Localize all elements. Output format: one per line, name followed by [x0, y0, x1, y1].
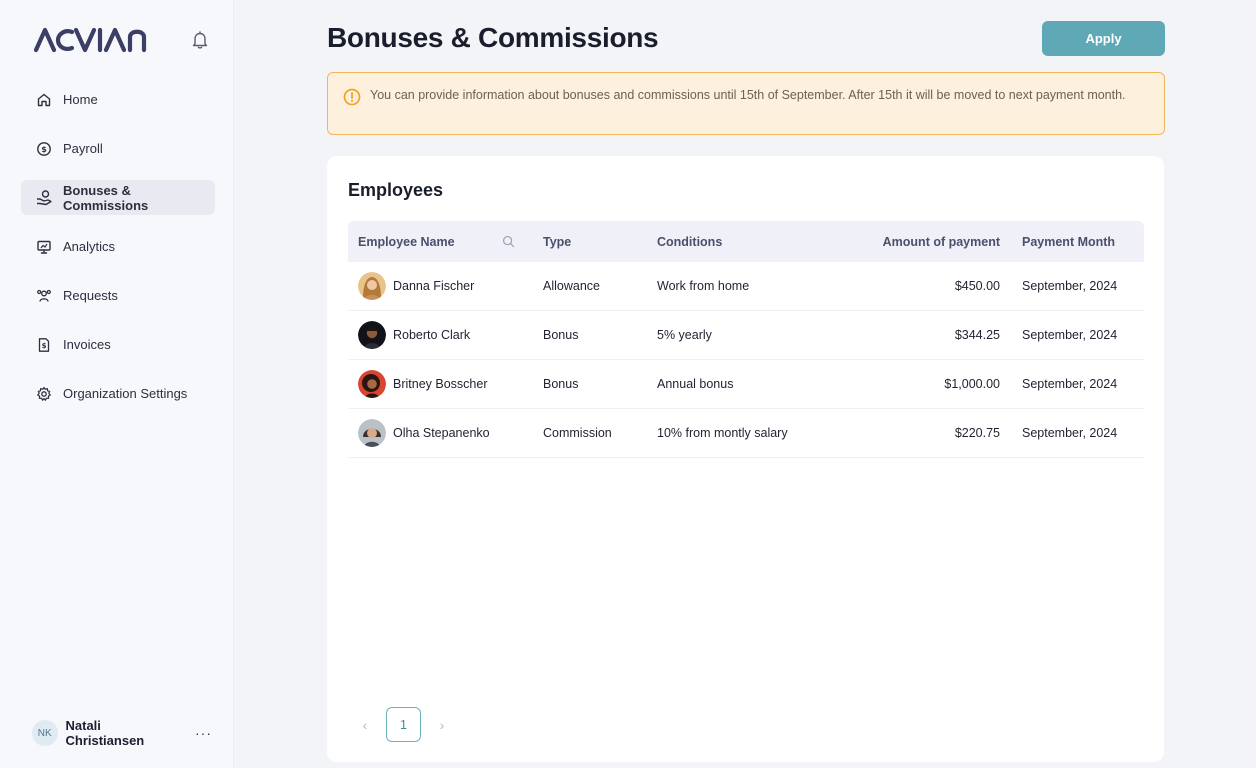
- home-icon: [35, 91, 53, 109]
- conditions-cell: Work from home: [657, 279, 750, 293]
- gear-icon: [35, 385, 53, 403]
- type-cell: Bonus: [543, 328, 579, 342]
- info-alert: You can provide information about bonuse…: [327, 72, 1165, 135]
- employees-card: Employees Employee Name Type Conditions …: [327, 156, 1164, 762]
- employee-name: Roberto Clark: [393, 328, 471, 342]
- sidebar-item-home[interactable]: Home: [21, 82, 215, 117]
- column-payment-month: Payment Month: [1022, 234, 1116, 249]
- table-row[interactable]: Roberto Clark Bonus 5% yearly $344.25 Se…: [348, 311, 1144, 360]
- amount-cell: $450.00: [954, 279, 1000, 293]
- sidebar-item-label: Requests: [63, 288, 118, 303]
- avatar: [358, 370, 386, 398]
- month-cell: September, 2024: [1022, 426, 1118, 440]
- conditions-cell: 5% yearly: [657, 328, 712, 342]
- dollar-circle-icon: $: [35, 140, 53, 158]
- avatar: [358, 321, 386, 349]
- acvian-logo[interactable]: [34, 27, 166, 53]
- avatar: NK: [32, 720, 58, 746]
- column-conditions: Conditions: [657, 234, 723, 249]
- employee-name: Britney Bosscher: [393, 377, 488, 391]
- search-icon[interactable]: [502, 235, 515, 248]
- card-title: Employees: [348, 180, 444, 200]
- user-profile[interactable]: NK Natali Christiansen ···: [32, 718, 212, 748]
- amount-cell: $220.75: [954, 426, 1000, 440]
- column-label: Employee Name: [358, 234, 455, 249]
- sidebar: Home $ Payroll Bonuses & Commissions Ana…: [0, 0, 234, 768]
- svg-text:$: $: [41, 145, 47, 154]
- prev-page-icon[interactable]: ‹: [357, 717, 373, 733]
- table-row[interactable]: Britney Bosscher Bonus Annual bonus $1,0…: [348, 360, 1144, 409]
- alert-message: You can provide information about bonuse…: [370, 88, 1126, 102]
- sidebar-item-requests[interactable]: Requests: [21, 278, 215, 313]
- svg-text:$: $: [42, 342, 47, 350]
- month-cell: September, 2024: [1022, 279, 1118, 293]
- presentation-chart-icon: [35, 238, 53, 256]
- apply-button[interactable]: Apply: [1042, 21, 1165, 56]
- conditions-cell: Annual bonus: [657, 377, 734, 391]
- sidebar-item-label: Bonuses & Commissions: [63, 182, 149, 213]
- month-cell: September, 2024: [1022, 377, 1118, 391]
- employees-table: Employee Name Type Conditions Amount of …: [348, 221, 1144, 458]
- avatar: [358, 419, 386, 447]
- pagination: ‹ 1 ›: [357, 707, 450, 742]
- conditions-cell: 10% from montly salary: [657, 426, 788, 440]
- sidebar-nav: Home $ Payroll Bonuses & Commissions Ana…: [21, 82, 215, 425]
- column-type: Type: [543, 234, 572, 249]
- month-cell: September, 2024: [1022, 328, 1118, 342]
- type-cell: Commission: [543, 426, 612, 440]
- column-amount: Amount of payment: [882, 234, 1000, 249]
- type-cell: Bonus: [543, 377, 579, 391]
- sidebar-item-label: Home: [63, 92, 98, 107]
- more-options-icon[interactable]: ···: [195, 725, 212, 741]
- bell-icon[interactable]: [190, 30, 210, 50]
- sidebar-item-payroll[interactable]: $ Payroll: [21, 131, 215, 166]
- amount-cell: $344.25: [954, 328, 1000, 342]
- page-button[interactable]: 1: [386, 707, 421, 742]
- invoice-dollar-icon: $: [35, 336, 53, 354]
- type-cell: Allowance: [543, 279, 600, 293]
- avatar: [358, 272, 386, 300]
- table-header: Employee Name Type Conditions Amount of …: [348, 221, 1144, 262]
- page-title: Bonuses & Commissions: [327, 22, 659, 53]
- sidebar-item-label: Analytics: [63, 239, 116, 254]
- employee-name: Danna Fischer: [393, 279, 475, 293]
- employee-cell: Danna Fischer: [348, 272, 533, 300]
- sidebar-item-organization-settings[interactable]: Organization Settings: [21, 376, 215, 411]
- users-icon: [35, 287, 53, 305]
- table-row[interactable]: Olha Stepanenko Commission 10% from mont…: [348, 409, 1144, 458]
- sidebar-item-invoices[interactable]: $ Invoices: [21, 327, 215, 362]
- table-row[interactable]: Danna Fischer Allowance Work from home $…: [348, 262, 1144, 311]
- sidebar-item-label: Organization Settings: [63, 386, 188, 401]
- employee-cell: Roberto Clark: [348, 321, 533, 349]
- employee-name: Olha Stepanenko: [393, 426, 490, 440]
- column-employee-name[interactable]: Employee Name: [348, 235, 533, 249]
- sidebar-item-analytics[interactable]: Analytics: [21, 229, 215, 264]
- sidebar-item-label: Payroll: [63, 141, 103, 156]
- amount-cell: $1,000.00: [944, 377, 1000, 391]
- user-name: Natali Christiansen: [65, 718, 145, 748]
- warning-circle-icon: [343, 88, 361, 106]
- sidebar-item-bonuses-commissions[interactable]: Bonuses & Commissions: [21, 180, 215, 215]
- sidebar-item-label: Invoices: [63, 337, 111, 352]
- hand-coins-icon: [35, 189, 53, 207]
- employee-cell: Britney Bosscher: [348, 370, 533, 398]
- next-page-icon[interactable]: ›: [434, 717, 450, 733]
- employee-cell: Olha Stepanenko: [348, 419, 533, 447]
